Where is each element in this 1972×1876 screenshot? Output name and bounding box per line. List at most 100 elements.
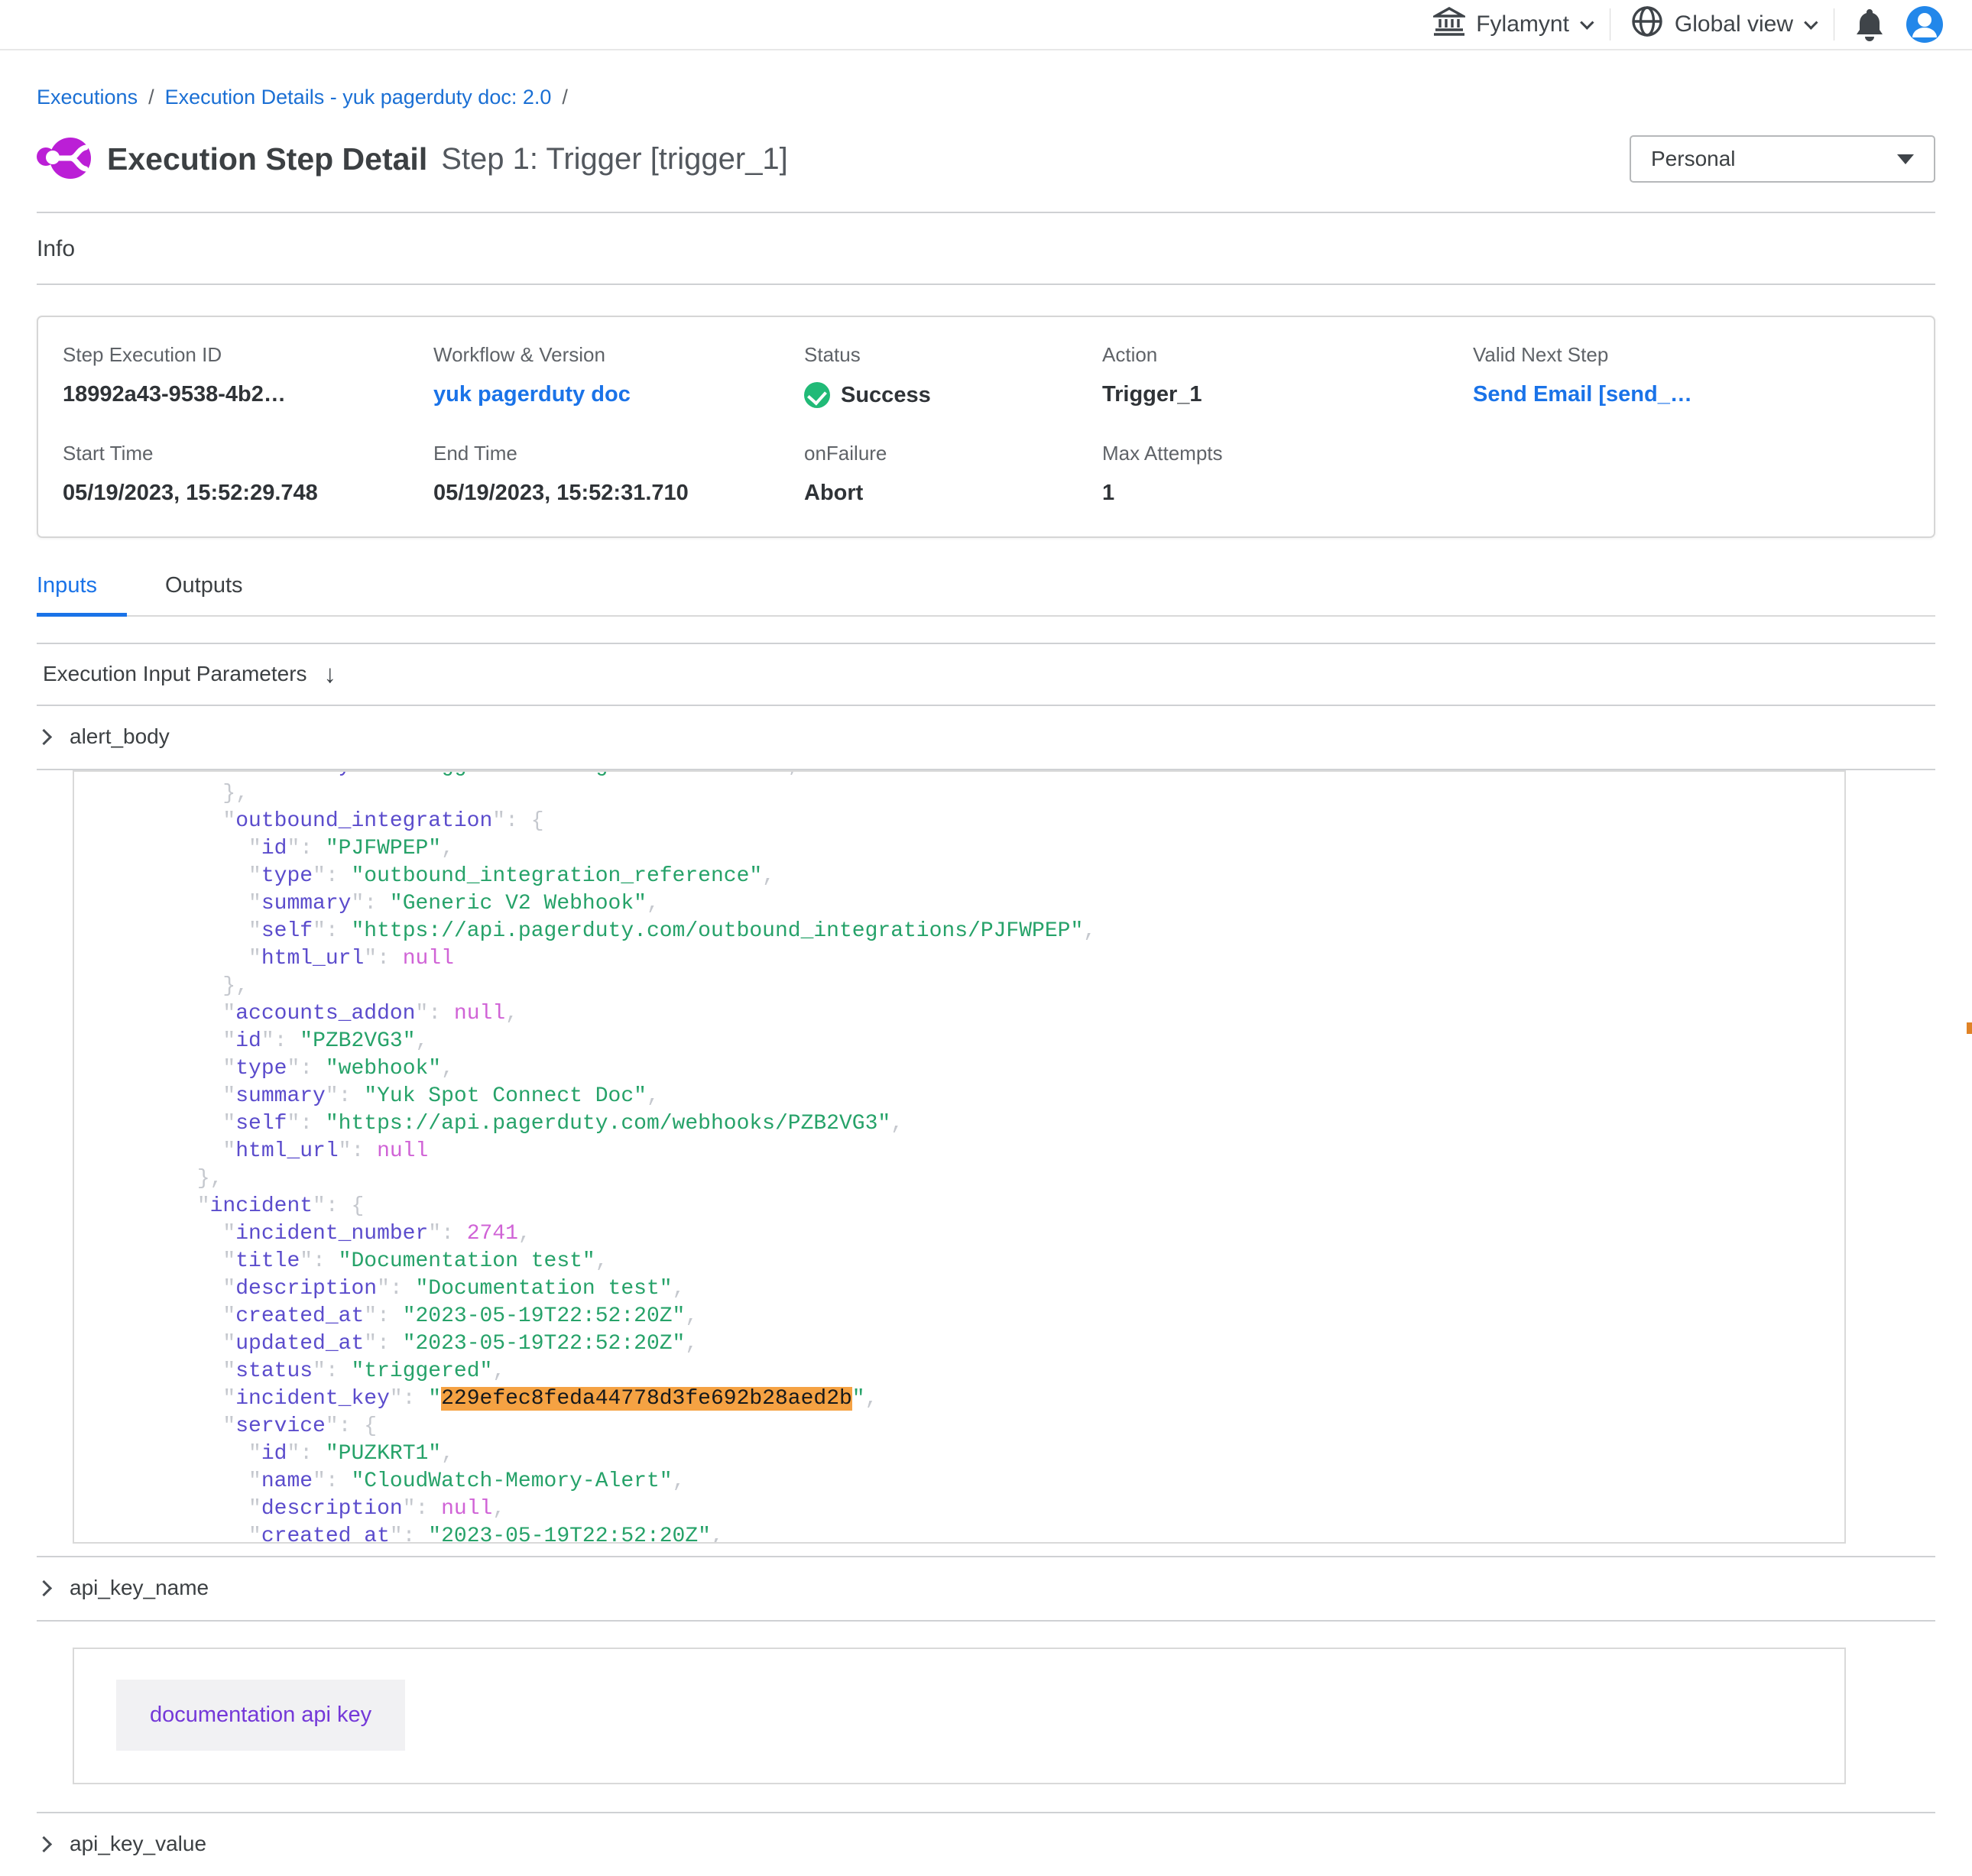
json-code-line: "html_url": null [120,1138,1844,1165]
info-field: onFailure Abort [804,442,1102,506]
info-field: Workflow & Version yuk pagerduty doc [433,343,804,408]
json-code-line: "summary": "Generic V2 Webhook", [120,890,1844,918]
api-key-value-label: api_key_value [70,1832,206,1856]
json-code-line: "self": "https://api.pagerduty.com/webho… [120,1110,1844,1138]
expand-row-api-key-value[interactable]: api_key_value [37,1813,1935,1876]
json-code-line: "id": "PUZKRT1", [120,1440,1844,1468]
notifications-bell-icon[interactable] [1854,8,1885,41]
breadcrumb-separator: / [148,86,154,109]
info-field-value: 05/19/2023, 15:52:29.748 [63,481,433,506]
user-avatar[interactable] [1905,5,1944,44]
expand-row-api-key-name[interactable]: api_key_name [37,1557,1935,1620]
view-label: Global view [1675,11,1793,37]
json-code: "summary": "Triggered through the websit… [74,770,1844,1544]
json-code-line: "name": "CloudWatch-Memory-Alert", [120,1468,1844,1495]
info-field: Step Execution ID 18992a43-9538-4b2… [63,343,433,408]
info-field-value[interactable]: Send Email [send_… [1473,382,1934,407]
org-switcher[interactable]: Fylamynt [1433,6,1590,43]
json-code-line: "summary": "Triggered through the websit… [120,770,1844,780]
json-code-line: "created_at": "2023-05-19T22:52:20Z", [120,1523,1844,1544]
params-header-label: Execution Input Parameters [43,662,307,686]
info-field-value: Trigger_1 [1102,382,1473,407]
json-code-line: "id": "PZB2VG3", [120,1028,1844,1055]
info-card: Step Execution ID 18992a43-9538-4b2…Workf… [37,316,1935,538]
info-field-value: Abort [804,481,1102,506]
json-code-line: "status": "triggered", [120,1358,1844,1385]
info-field-label: Max Attempts [1102,442,1473,465]
info-field-label: Action [1102,343,1473,367]
info-field: Status Success [804,343,1102,408]
breadcrumb: Executions / Execution Details - yuk pager… [37,86,1935,109]
alert-body-label: alert_body [70,724,170,749]
info-field: End Time 05/19/2023, 15:52:31.710 [433,442,804,506]
org-label: Fylamynt [1476,11,1569,37]
info-field: Max Attempts 1 [1102,442,1473,506]
chevron-right-icon [36,1835,52,1852]
json-code-line: "service": { [120,1413,1844,1440]
breadcrumb-link[interactable]: Execution Details - yuk pagerduty doc: 2… [165,86,552,109]
topbar: Fylamynt Global view [0,0,1972,50]
info-field-label: onFailure [804,442,1102,465]
tab-bar-underline [37,615,1935,617]
json-code-line: "self": "https://api.pagerduty.com/outbo… [120,918,1844,945]
page-header: Execution Step Detail Step 1: Trigger [t… [37,135,1935,183]
json-code-line: "type": "webhook", [120,1055,1844,1083]
success-check-icon [804,382,830,408]
globe-icon [1630,5,1664,44]
info-field: Start Time 05/19/2023, 15:52:29.748 [63,442,433,506]
info-field-value: 1 [1102,481,1473,506]
json-code-line: "id": "PJFWPEP", [120,835,1844,863]
workflow-step-icon [37,136,92,182]
scope-select[interactable]: Personal [1630,135,1935,183]
json-code-line: "updated_at": "2023-05-19T22:52:20Z", [120,1330,1844,1358]
page-subtitle: Step 1: Trigger [trigger_1] [441,142,788,177]
json-code-line: "summary": "Yuk Spot Connect Doc", [120,1083,1844,1110]
breadcrumb-separator: / [562,86,568,109]
json-code-line: "incident": { [120,1193,1844,1220]
info-field: Valid Next Step Send Email [send_… [1473,343,1934,408]
info-field-value: Success [804,382,1102,408]
json-code-line: "incident_number": 2741, [120,1220,1844,1248]
divider [37,212,1935,213]
execution-input-parameters-header: Execution Input Parameters ↓ [37,644,1935,705]
info-field-label: Start Time [63,442,433,465]
json-code-line: "incident_key": "229efec8feda44778d3fe69… [120,1385,1844,1413]
json-code-line: "html_url": null [120,945,1844,973]
chevron-down-icon [1804,15,1818,29]
breadcrumb-link[interactable]: Executions [37,86,138,109]
json-code-line: "title": "Documentation test", [120,1248,1844,1275]
bank-icon [1433,6,1465,43]
info-field: Action Trigger_1 [1102,343,1473,408]
divider [37,284,1935,285]
json-code-line: "outbound_integration": { [120,808,1844,835]
chevron-right-icon [36,1580,52,1596]
scope-select-value: Personal [1651,147,1736,171]
expand-row-alert-body[interactable]: alert_body [37,706,1935,769]
divider [37,1620,1935,1622]
tab-bar: Inputs Outputs [37,573,1935,615]
tab-inputs[interactable]: Inputs [37,573,122,615]
json-code-line: "description": "Documentation test", [120,1275,1844,1303]
json-code-line: "accounts_addon": null, [120,1000,1844,1028]
chevron-down-icon [1580,15,1594,29]
json-code-line: "created_at": "2023-05-19T22:52:20Z", [120,1303,1844,1330]
info-heading: Info [37,236,1935,262]
find-match-scrollbar-marker [1967,1022,1972,1034]
download-arrow-icon[interactable]: ↓ [324,661,337,686]
chevron-right-icon [36,728,52,744]
tab-outputs[interactable]: Outputs [165,573,251,615]
view-switcher[interactable]: Global view [1630,5,1814,44]
info-field-label: Status [804,343,1102,367]
api-key-name-value-chip: documentation api key [116,1680,405,1751]
json-code-line: }, [120,973,1844,1000]
info-field-label: Step Execution ID [63,343,433,367]
info-field-label: End Time [433,442,804,465]
info-field-value: 05/19/2023, 15:52:31.710 [433,481,804,506]
json-code-line: }, [120,780,1844,808]
info-field-label: Valid Next Step [1473,343,1934,367]
alert-body-json-viewer[interactable]: "summary": "Triggered through the websit… [73,770,1846,1544]
info-field-value: 18992a43-9538-4b2… [63,382,433,407]
json-code-line: "type": "outbound_integration_reference"… [120,863,1844,890]
info-field-value[interactable]: yuk pagerduty doc [433,382,804,407]
info-field-label: Workflow & Version [433,343,804,367]
